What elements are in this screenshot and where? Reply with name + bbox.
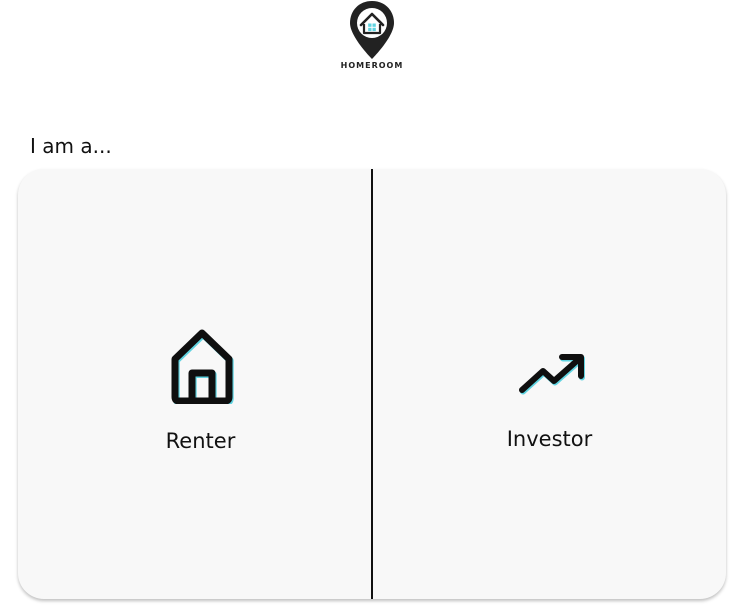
renter-label: Renter [165,429,236,453]
role-selection-screen: HOMEROOM I am a... Renter Investor [0,0,744,608]
house-icon [171,329,234,404]
investor-option-button[interactable]: Investor [373,169,727,599]
brand-name: HOMEROOM [340,61,404,70]
brand-logo: HOMEROOM [0,0,744,70]
investor-label: Investor [506,427,593,451]
role-prompt: I am a... [30,134,112,158]
role-choice-card: Renter Investor [18,169,726,599]
renter-option-button[interactable]: Renter [18,169,371,599]
location-pin-house-icon [350,1,394,59]
trending-up-icon [518,354,585,395]
